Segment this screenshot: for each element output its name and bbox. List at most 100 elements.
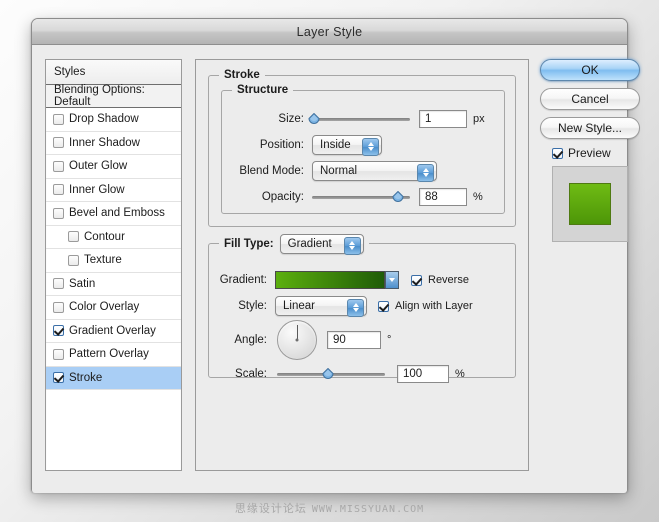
scale-slider[interactable]: [277, 367, 385, 381]
style-effect-checkbox[interactable]: [53, 160, 64, 172]
preview-thumbnail: [552, 166, 628, 242]
opacity-label: Opacity:: [261, 191, 304, 203]
opacity-input[interactable]: 88: [419, 188, 467, 206]
blend-mode-value: Normal: [320, 165, 358, 177]
blending-options-label: Blending Options: Default: [54, 84, 145, 108]
preview-toggle[interactable]: Preview: [552, 146, 616, 160]
position-stepper-icon[interactable]: [362, 137, 379, 156]
fill-type-select[interactable]: Gradient: [279, 234, 364, 255]
scale-slider-knob[interactable]: [322, 367, 334, 381]
fill-type-group: Fill Type: Gradient Gradient: Reverse St…: [208, 234, 516, 383]
structure-group-title: Structure: [232, 84, 294, 96]
reverse-label: Reverse: [428, 274, 469, 286]
style-effect-checkbox[interactable]: [53, 207, 64, 219]
fill-type-label: Fill Type:: [224, 238, 274, 250]
scale-input[interactable]: 100: [397, 365, 449, 383]
watermark-text: 思缘设计论坛: [234, 502, 307, 515]
preview-swatch: [569, 183, 611, 225]
blend-mode-label: Blend Mode:: [239, 165, 304, 177]
stroke-group: Stroke Structure Size: 1 px Position: In…: [208, 69, 516, 227]
style-effect-row[interactable]: Contour: [46, 226, 181, 249]
scale-label: Scale:: [235, 368, 267, 380]
gradient-style-select[interactable]: Linear: [275, 296, 367, 317]
gradient-dropdown-icon[interactable]: [385, 271, 399, 289]
style-effect-label: Pattern Overlay: [69, 348, 149, 361]
structure-group: Structure Size: 1 px Position: Inside Bl…: [221, 84, 505, 214]
style-effect-row[interactable]: Satin: [46, 273, 181, 296]
style-effect-checkbox[interactable]: [53, 325, 64, 337]
new-style-button[interactable]: New Style...: [540, 117, 640, 139]
layer-style-dialog: Layer Style Styles Blending Options: Def…: [31, 18, 640, 493]
blend-mode-select[interactable]: Normal: [312, 161, 437, 182]
title-bar[interactable]: Layer Style: [32, 19, 627, 45]
style-effect-label: Contour: [84, 230, 125, 243]
style-effect-label: Stroke: [69, 371, 103, 384]
gradient-label: Gradient:: [219, 274, 267, 286]
fill-type-value: Gradient: [287, 238, 332, 250]
dialog-content: Styles Blending Options: Default Drop Sh…: [32, 45, 640, 493]
opacity-slider-knob[interactable]: [392, 190, 404, 204]
style-effect-checkbox[interactable]: [53, 184, 64, 196]
gradient-style-value: Linear: [283, 300, 315, 312]
blend-mode-stepper-icon[interactable]: [417, 163, 434, 182]
style-effect-label: Color Overlay: [69, 301, 140, 314]
gradient-preview-bar[interactable]: [275, 271, 385, 289]
blending-options-row[interactable]: Blending Options: Default: [46, 84, 181, 108]
style-effect-checkbox[interactable]: [68, 254, 79, 266]
style-effect-row[interactable]: Pattern Overlay: [46, 343, 181, 367]
size-input[interactable]: 1: [419, 110, 467, 128]
style-effect-row[interactable]: Inner Shadow: [46, 132, 181, 155]
settings-pane: Stroke Structure Size: 1 px Position: In…: [195, 59, 529, 471]
cancel-button-label: Cancel: [571, 92, 609, 106]
opacity-value: 88: [425, 191, 438, 203]
style-effect-row[interactable]: Texture: [46, 249, 181, 273]
style-effect-label: Drop Shadow: [69, 113, 139, 126]
align-with-layer-checkbox[interactable]: [378, 300, 389, 312]
style-effect-row[interactable]: Color Overlay: [46, 296, 181, 320]
style-effect-checkbox[interactable]: [53, 301, 64, 313]
reverse-checkbox[interactable]: [411, 274, 422, 286]
angle-value: 90: [333, 334, 346, 346]
angle-unit: °: [387, 334, 392, 346]
angle-dial[interactable]: [277, 320, 317, 360]
style-effect-checkbox[interactable]: [53, 348, 64, 360]
style-effect-checkbox[interactable]: [53, 278, 64, 290]
preview-checkbox[interactable]: [552, 147, 563, 159]
style-effect-row[interactable]: Inner Glow: [46, 179, 181, 202]
style-effect-label: Inner Glow: [69, 183, 125, 196]
opacity-slider[interactable]: [312, 190, 410, 204]
style-effect-label: Outer Glow: [69, 160, 128, 173]
scale-unit: %: [455, 368, 465, 380]
watermark-url: WWW.MISSYUAN.COM: [311, 504, 425, 515]
size-slider-knob[interactable]: [308, 112, 320, 126]
gradient-style-stepper-icon[interactable]: [347, 298, 364, 317]
styles-list-header: Styles: [46, 60, 181, 85]
style-effect-checkbox[interactable]: [53, 372, 64, 384]
style-effect-checkbox[interactable]: [68, 231, 79, 243]
style-effect-row[interactable]: Drop Shadow: [46, 108, 181, 132]
size-label: Size:: [278, 113, 304, 125]
ok-button[interactable]: OK: [540, 59, 640, 81]
preview-label: Preview: [568, 146, 611, 160]
style-effect-row[interactable]: Stroke: [46, 366, 181, 390]
style-effect-checkbox[interactable]: [53, 137, 64, 149]
gradient-style-label: Style:: [238, 300, 267, 312]
fill-type-stepper-icon[interactable]: [343, 236, 361, 255]
gradient-picker[interactable]: [275, 271, 399, 289]
angle-input[interactable]: 90: [327, 331, 381, 349]
style-effect-checkbox[interactable]: [53, 113, 64, 125]
position-select[interactable]: Inside: [312, 135, 382, 156]
style-effect-row[interactable]: Bevel and Emboss: [46, 202, 181, 226]
angle-dial-hub: [295, 338, 299, 342]
style-effect-label: Gradient Overlay: [69, 324, 156, 337]
position-label: Position:: [259, 139, 304, 151]
cancel-button[interactable]: Cancel: [540, 88, 640, 110]
style-effect-row[interactable]: Outer Glow: [46, 155, 181, 179]
style-effect-label: Inner Shadow: [69, 136, 140, 149]
stroke-group-title: Stroke: [219, 69, 265, 81]
style-effect-row[interactable]: Gradient Overlay: [46, 320, 181, 343]
align-with-layer-label: Align with Layer: [395, 300, 473, 312]
size-slider[interactable]: [308, 112, 410, 126]
style-effects-list: Drop Shadow Inner Shadow Outer Glow Inner G…: [46, 108, 181, 390]
watermark: 思缘设计论坛 WWW.MISSYUAN.COM: [0, 500, 659, 516]
